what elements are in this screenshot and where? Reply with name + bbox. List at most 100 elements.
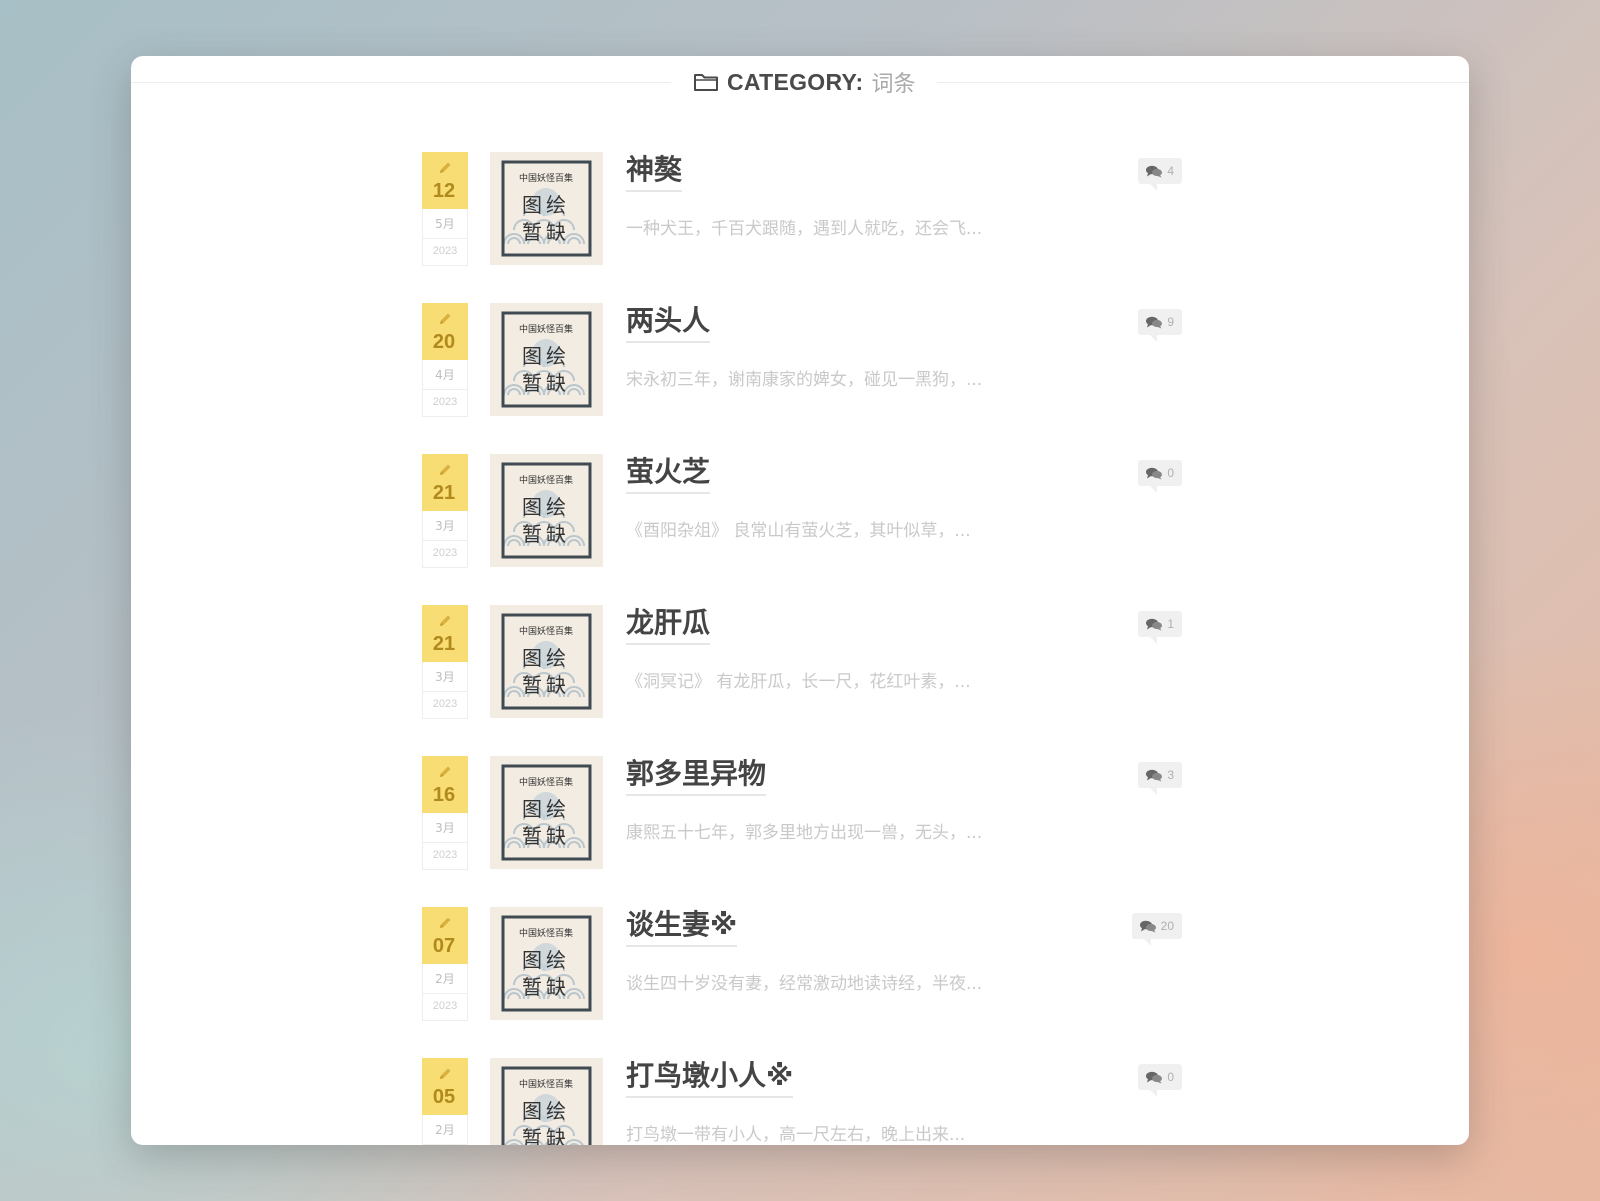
pencil-icon xyxy=(440,464,451,475)
thumbnail-line2: 暂缺 xyxy=(522,371,570,395)
date-highlight: 21 xyxy=(422,605,468,662)
post-title-link[interactable]: 郭多里异物 xyxy=(626,756,767,796)
thumbnail-line1: 图绘 xyxy=(522,495,570,519)
date-divider xyxy=(423,238,467,239)
thumbnail-image: 中国妖怪百集 图绘 暂缺 xyxy=(490,152,603,265)
comment-count: 20 xyxy=(1160,919,1174,933)
post-excerpt: 打鸟墩一带有小人，高一尺左右，晚上出来... xyxy=(626,1125,966,1145)
post-month: 3月 xyxy=(435,670,455,684)
post-title-link[interactable]: 谈生妻※ xyxy=(626,907,738,947)
thumbnail-image: 中国妖怪百集 图绘 暂缺 xyxy=(490,454,603,567)
thumbnail-top-text: 中国妖怪百集 xyxy=(519,474,573,486)
post-thumbnail[interactable]: 中国妖怪百集 图绘 暂缺 xyxy=(490,605,603,718)
comment-count-badge[interactable]: 20 xyxy=(1131,913,1182,946)
comments-icon xyxy=(1146,316,1163,328)
thumbnail-line1: 图绘 xyxy=(522,797,570,821)
post-excerpt: 一种犬王，千百犬跟随，遇到人就吃，还会飞... xyxy=(626,219,983,239)
post-item: 21 3月 2023 中国妖怪百集 图绘 暂缺 萤火芝 《酉阳杂俎》 良常山有萤… xyxy=(422,454,1182,574)
post-thumbnail[interactable]: 中国妖怪百集 图绘 暂缺 xyxy=(490,1058,603,1145)
thumbnail-top-text: 中国妖怪百集 xyxy=(519,323,573,335)
comments-icon xyxy=(1146,1071,1163,1083)
thumbnail-line2: 暂缺 xyxy=(522,522,570,546)
pencil-icon xyxy=(440,615,451,626)
thumbnail-line2: 暂缺 xyxy=(522,824,570,848)
post-date: 16 3月 2023 xyxy=(422,756,468,870)
thumbnail-line1: 图绘 xyxy=(522,193,570,217)
post-year: 2023 xyxy=(432,547,458,559)
thumbnail-top-text: 中国妖怪百集 xyxy=(519,776,573,788)
date-divider xyxy=(423,842,467,843)
date-divider xyxy=(423,691,467,692)
pencil-icon xyxy=(440,313,451,324)
post-date: 21 3月 2023 xyxy=(422,605,468,719)
post-month: 2月 xyxy=(435,1123,455,1137)
thumbnail-line2: 暂缺 xyxy=(522,220,570,244)
pencil-icon xyxy=(440,1068,451,1079)
post-item: 12 5月 2023 中国妖怪百集 图绘 暂缺 神獒 一种犬王，千百犬跟随，遇到… xyxy=(422,152,1182,272)
date-divider xyxy=(423,993,467,994)
thumbnail-line1: 图绘 xyxy=(522,646,570,670)
post-day: 21 xyxy=(432,633,456,655)
date-divider xyxy=(423,540,467,541)
post-month: 3月 xyxy=(435,821,455,835)
thumbnail-top-text: 中国妖怪百集 xyxy=(519,172,573,184)
comment-count: 4 xyxy=(1167,164,1174,178)
thumbnail-line2: 暂缺 xyxy=(522,1126,570,1145)
post-thumbnail[interactable]: 中国妖怪百集 图绘 暂缺 xyxy=(490,756,603,869)
post-excerpt: 谈生四十岁没有妻，经常激动地读诗经，半夜... xyxy=(626,974,983,994)
date-highlight: 05 xyxy=(422,1058,468,1115)
thumbnail-line2: 暂缺 xyxy=(522,975,570,999)
comments-icon xyxy=(1146,618,1163,630)
post-item: 20 4月 2023 中国妖怪百集 图绘 暂缺 两头人 宋永初三年，谢南康家的婢… xyxy=(422,303,1182,423)
comments-icon xyxy=(1146,769,1163,781)
date-divider xyxy=(423,389,467,390)
post-item: 07 2月 2023 中国妖怪百集 图绘 暂缺 谈生妻※ 谈生四十岁没有妻，经常… xyxy=(422,907,1182,1027)
thumbnail-image: 中国妖怪百集 图绘 暂缺 xyxy=(490,1058,603,1145)
post-title-link[interactable]: 萤火芝 xyxy=(626,454,711,494)
comment-count-badge[interactable]: 9 xyxy=(1138,309,1182,342)
post-day: 20 xyxy=(432,331,456,353)
comment-count-badge[interactable]: 4 xyxy=(1138,158,1182,191)
post-year: 2023 xyxy=(432,1000,458,1012)
comment-count-badge[interactable]: 1 xyxy=(1138,611,1182,644)
post-year: 2023 xyxy=(432,698,458,710)
comment-count-badge[interactable]: 3 xyxy=(1138,762,1182,795)
post-thumbnail[interactable]: 中国妖怪百集 图绘 暂缺 xyxy=(490,152,603,265)
post-date: 07 2月 2023 xyxy=(422,907,468,1021)
post-day: 16 xyxy=(432,784,456,806)
pencil-icon xyxy=(440,162,451,173)
thumbnail-top-text: 中国妖怪百集 xyxy=(519,927,573,939)
post-title-link[interactable]: 两头人 xyxy=(626,303,711,343)
comments-icon xyxy=(1146,467,1163,479)
pencil-icon xyxy=(440,917,451,928)
thumbnail-top-text: 中国妖怪百集 xyxy=(519,1078,573,1090)
thumbnail-line1: 图绘 xyxy=(522,948,570,972)
post-excerpt: 宋永初三年，谢南康家的婢女，碰见一黑狗，... xyxy=(626,370,983,390)
thumbnail-image: 中国妖怪百集 图绘 暂缺 xyxy=(490,605,603,718)
date-highlight: 16 xyxy=(422,756,468,813)
post-thumbnail[interactable]: 中国妖怪百集 图绘 暂缺 xyxy=(490,907,603,1020)
comment-count-badge[interactable]: 0 xyxy=(1138,460,1182,493)
pencil-icon xyxy=(440,766,451,777)
post-month: 3月 xyxy=(435,519,455,533)
comments-icon xyxy=(1139,920,1156,932)
thumbnail-line1: 图绘 xyxy=(522,1099,570,1123)
comments-icon xyxy=(1146,165,1163,177)
post-date: 05 2月 2023 xyxy=(422,1058,468,1145)
post-date: 20 4月 2023 xyxy=(422,303,468,417)
post-title-link[interactable]: 打鸟墩小人※ xyxy=(626,1058,794,1098)
post-date: 12 5月 2023 xyxy=(422,152,468,266)
post-thumbnail[interactable]: 中国妖怪百集 图绘 暂缺 xyxy=(490,303,603,416)
comment-count: 0 xyxy=(1167,466,1174,480)
post-year: 2023 xyxy=(432,245,458,257)
comment-count-badge[interactable]: 0 xyxy=(1138,1064,1182,1097)
post-item: 16 3月 2023 中国妖怪百集 图绘 暂缺 郭多里异物 康熙五十七年，郭多里… xyxy=(422,756,1182,876)
post-thumbnail[interactable]: 中国妖怪百集 图绘 暂缺 xyxy=(490,454,603,567)
post-month: 4月 xyxy=(435,368,455,382)
post-title-link[interactable]: 神獒 xyxy=(626,152,683,192)
thumbnail-image: 中国妖怪百集 图绘 暂缺 xyxy=(490,756,603,869)
date-highlight: 12 xyxy=(422,152,468,209)
post-title-link[interactable]: 龙肝瓜 xyxy=(626,605,711,645)
date-highlight: 07 xyxy=(422,907,468,964)
page-window: CATEGORY: 词条 12 5月 2023 中国妖怪百集 图绘 暂缺 神獒 … xyxy=(131,56,1469,1145)
